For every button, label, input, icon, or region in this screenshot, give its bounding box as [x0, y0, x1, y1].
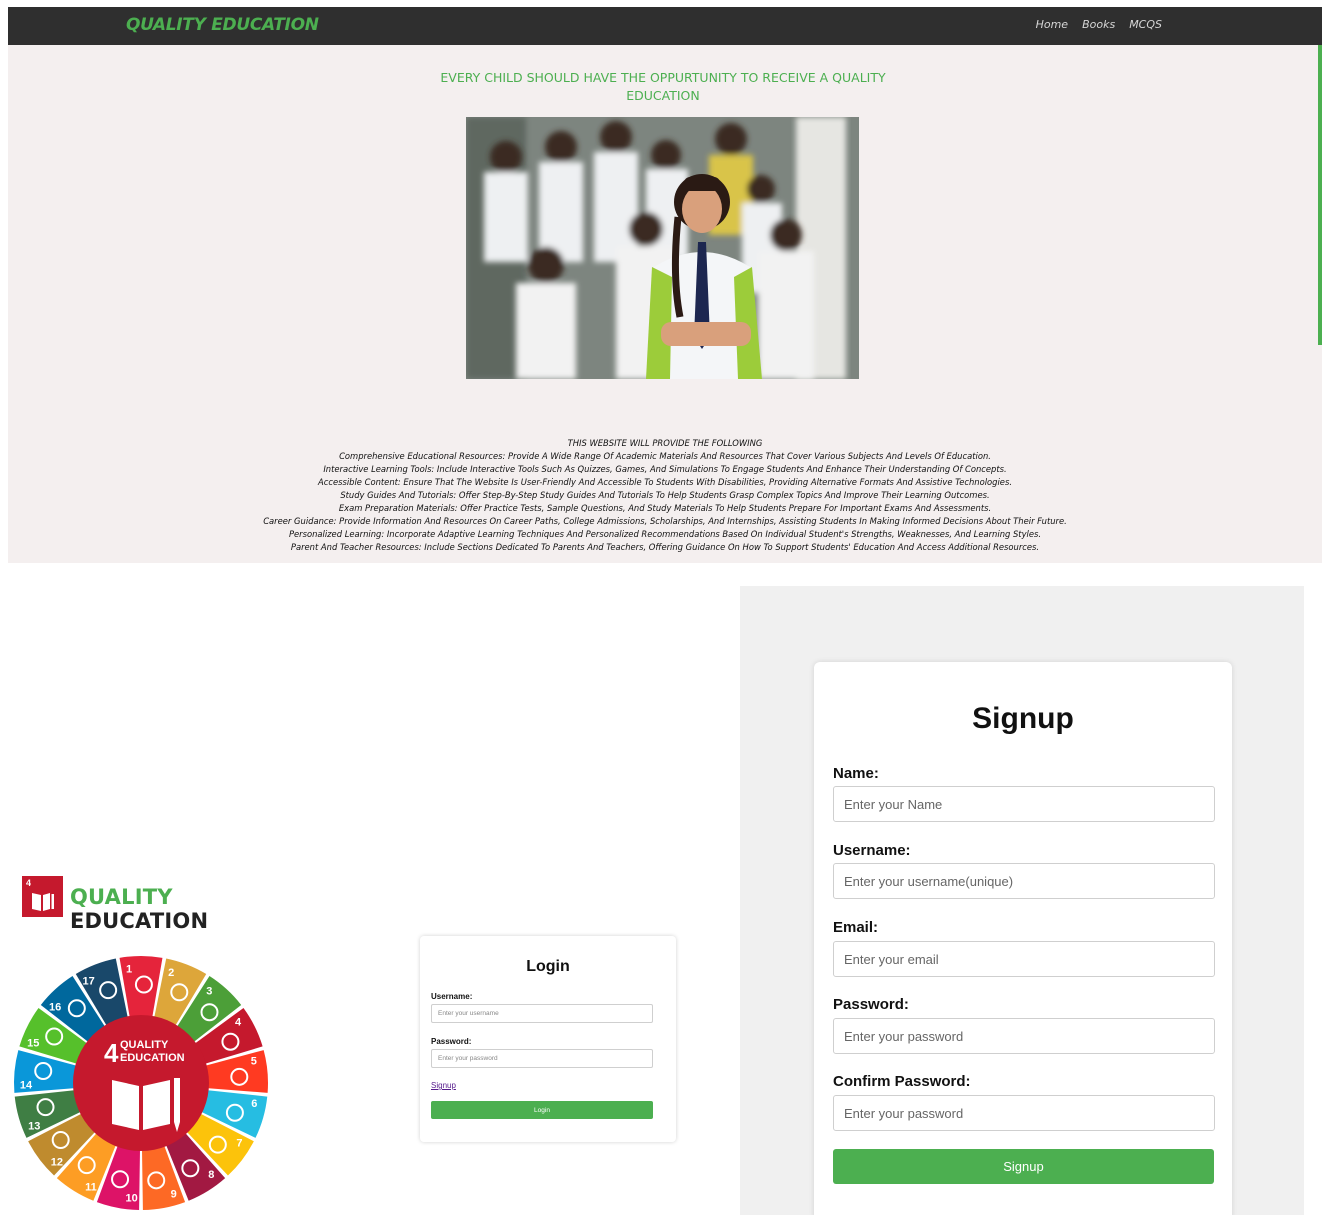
nav-link-home[interactable]: Home [1036, 18, 1068, 31]
brand-logo[interactable]: QUALITY EDUCATION [126, 15, 319, 35]
features-item: Personalized Learning: Incorporate Adapt… [288, 529, 1042, 539]
name-label: Name: [833, 765, 879, 782]
login-username-label: Username: [431, 992, 473, 1001]
password-input[interactable] [833, 1018, 1215, 1054]
sdg-goal-number: 17 [82, 976, 94, 988]
sdg-goal-number: 13 [28, 1121, 40, 1133]
signup-button[interactable]: Signup [833, 1149, 1214, 1184]
username-input[interactable] [833, 863, 1215, 899]
scrollbar-thumb[interactable] [1318, 45, 1322, 345]
sdg-goal-number: 11 [85, 1182, 97, 1194]
sdg-goal-number: 9 [171, 1188, 177, 1200]
sdg-goal-number: 16 [49, 1001, 61, 1013]
email-label: Email: [833, 919, 879, 936]
sdg-goal-number: 5 [251, 1056, 257, 1068]
login-username-input[interactable] [431, 1004, 653, 1023]
confirm-password-label: Confirm Password: [833, 1073, 971, 1090]
sdg-goal-number: 1 [126, 964, 132, 976]
features-item: Parent And Teacher Resources: Include Se… [290, 542, 1040, 552]
navbar: QUALITY EDUCATION Home Books MCQS [8, 7, 1322, 45]
login-button[interactable]: Login [431, 1101, 653, 1119]
sdg-goal-number: 12 [51, 1156, 63, 1168]
hero-image [466, 117, 859, 379]
name-input[interactable] [833, 786, 1215, 822]
login-password-input[interactable] [431, 1049, 653, 1068]
book-icon [112, 1078, 180, 1132]
sdg-goal-number: 14 [20, 1079, 33, 1091]
homepage-screenshot: QUALITY EDUCATION Home Books MCQS EVERY … [8, 7, 1322, 563]
sdg-logo-header: 4 QUALITY EDUCATION [22, 876, 312, 933]
username-label: Username: [833, 842, 911, 859]
features-item: Comprehensive Educational Resources: Pro… [339, 451, 991, 461]
wheel-center [73, 1015, 209, 1151]
hero-headline: EVERY CHILD SHOULD HAVE THE OPPURTUNITY … [440, 70, 886, 103]
features-heading: THIS WEBSITE WILL PROVIDE THE FOLLOWING [567, 438, 763, 448]
login-form: Login Username: Password: Signup Login [420, 936, 676, 1142]
features-item: Exam Preparation Materials: Offer Practi… [338, 503, 992, 513]
wheel-center-number: 4 [104, 1038, 119, 1068]
signup-link[interactable]: Signup [431, 1081, 456, 1090]
features-item: Career Guidance: Provide Information And… [263, 516, 1067, 526]
sdg-goal-number: 3 [206, 985, 212, 997]
sdg-goal-number: 15 [27, 1038, 39, 1050]
sdg-goal-number: 4 [235, 1016, 242, 1028]
signup-title: Signup [972, 702, 1074, 735]
sdg-goal-number: 6 [251, 1098, 257, 1110]
sdg-wheel-logo: 1 234567891011121314151617 4 QUALITY EDUC… [13, 956, 269, 1210]
book-icon [32, 893, 54, 911]
nav-links: Home Books MCQS [1036, 18, 1162, 31]
login-title: Login [526, 958, 570, 975]
nav-link-books[interactable]: Books [1082, 18, 1115, 31]
features-item: Interactive Learning Tools: Include Inte… [323, 464, 1007, 474]
login-password-label: Password: [431, 1037, 472, 1046]
sdg-goal-number: 10 [126, 1193, 138, 1205]
wheel-center-education: EDUCATION [120, 1052, 185, 1064]
password-label: Password: [833, 996, 909, 1013]
features-item: Accessible Content: Ensure That The Webs… [318, 477, 1012, 487]
sdg-title: QUALITY EDUCATION [70, 885, 209, 933]
sdg-goal-number: 2 [168, 967, 174, 979]
signup-form: Signup Name: Username: Email: Password: … [814, 662, 1232, 1215]
signup-panel: Signup Name: Username: Email: Password: … [740, 586, 1304, 1215]
features-item: Study Guides And Tutorials: Offer Step-B… [340, 490, 990, 500]
email-input[interactable] [833, 941, 1215, 977]
sdg-goal-number: 7 [236, 1137, 242, 1149]
sdg-goal-number: 8 [208, 1169, 214, 1181]
confirm-password-input[interactable] [833, 1095, 1215, 1131]
wheel-center-quality: QUALITY [120, 1039, 169, 1051]
sdg-4-badge: 4 [22, 876, 63, 917]
features-list: THIS WEBSITE WILL PROVIDE THE FOLLOWING … [8, 437, 1322, 554]
nav-link-mcqs[interactable]: MCQS [1129, 18, 1162, 31]
